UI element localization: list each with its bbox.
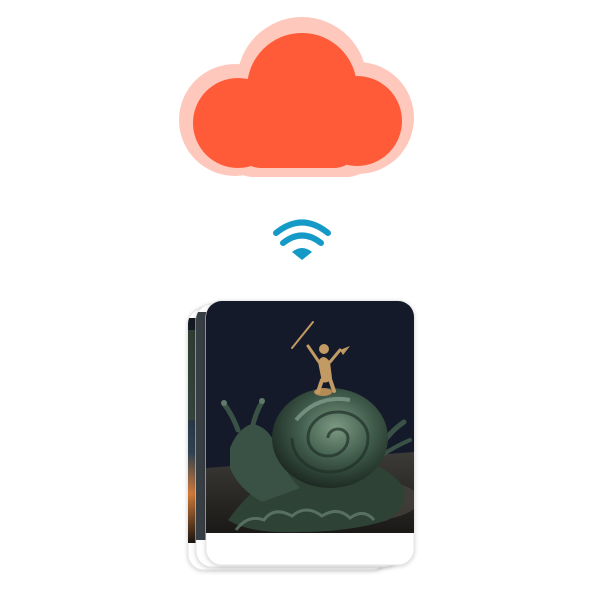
- sync-illustration: [0, 0, 603, 603]
- photo-stack: [187, 300, 415, 571]
- photo-card-front: [205, 300, 415, 566]
- sculpture-photo: [206, 301, 414, 533]
